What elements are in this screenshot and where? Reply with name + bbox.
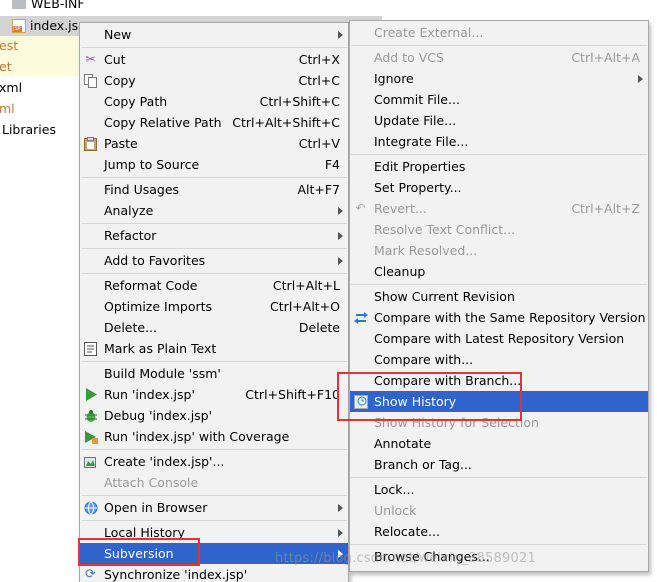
submenu-arrow-icon xyxy=(338,257,343,265)
context-menu: New ✂ Cut Ctrl+X Copy Ctrl+C Copy Path C… xyxy=(79,22,349,582)
submenu-arrow-icon xyxy=(338,504,343,512)
menu-item-jump-to-source[interactable]: Jump to Source F4 xyxy=(80,154,348,175)
menu-item-revert[interactable]: ↶ Revert... Ctrl+Alt+Z xyxy=(350,198,648,219)
menu-item-create-external[interactable]: Create External... xyxy=(350,22,648,43)
subversion-submenu: Create External... Add to VCS Ctrl+Alt+A… xyxy=(349,20,649,572)
menu-separator xyxy=(351,45,647,46)
jsp-file-icon xyxy=(12,19,26,33)
menu-item-annotate[interactable]: Annotate xyxy=(350,433,648,454)
run-icon xyxy=(83,387,98,402)
menu-item-show-history[interactable]: Show History xyxy=(350,391,648,412)
menu-item-commit-file[interactable]: Commit File... xyxy=(350,89,648,110)
paste-icon xyxy=(83,136,98,151)
menu-item-compare-with-branch[interactable]: Compare with Branch... xyxy=(350,370,648,391)
debug-icon xyxy=(83,408,98,423)
menu-item-show-current-revision[interactable]: Show Current Revision xyxy=(350,286,648,307)
menu-item-update-file[interactable]: Update File... xyxy=(350,110,648,131)
menu-separator xyxy=(81,520,347,521)
history-icon xyxy=(353,394,368,409)
folder-icon xyxy=(12,0,26,9)
menu-item-local-history[interactable]: Local History xyxy=(80,522,348,543)
menu-item-create-config[interactable]: Create 'index.jsp'... xyxy=(80,451,348,472)
menu-item-relocate[interactable]: Relocate... xyxy=(350,521,648,542)
menu-item-cut[interactable]: ✂ Cut Ctrl+X xyxy=(80,49,348,70)
plain-text-icon xyxy=(83,341,98,356)
menu-separator xyxy=(81,177,347,178)
menu-item-copy-relative-path[interactable]: Copy Relative Path Ctrl+Alt+Shift+C xyxy=(80,112,348,133)
menu-item-add-to-vcs[interactable]: Add to VCS Ctrl+Alt+A xyxy=(350,47,648,68)
menu-separator xyxy=(81,495,347,496)
menu-separator xyxy=(351,154,647,155)
menu-item-run-with-coverage[interactable]: Run 'index.jsp' with Coverage xyxy=(80,426,348,447)
menu-item-reformat-code[interactable]: Reformat Code Ctrl+Alt+L xyxy=(80,275,348,296)
menu-item-cleanup[interactable]: Cleanup xyxy=(350,261,648,282)
tree-item-web-inf[interactable]: WEB-INF xyxy=(12,0,85,14)
menu-separator xyxy=(81,273,347,274)
menu-item-run[interactable]: Run 'index.jsp' Ctrl+Shift+F10 xyxy=(80,384,348,405)
tree-item[interactable]: xml xyxy=(0,78,22,98)
tree-highlight xyxy=(0,56,82,76)
menu-item-compare-same-repo-version[interactable]: Compare with the Same Repository Version xyxy=(350,307,648,328)
menu-item-compare-latest-repo-version[interactable]: Compare with Latest Repository Version xyxy=(350,328,648,349)
menu-item-show-history-for-selection[interactable]: Show History for Selection xyxy=(350,412,648,433)
menu-item-mark-resolved[interactable]: Mark Resolved... xyxy=(350,240,648,261)
menu-item-synchronize[interactable]: ⟳ Synchronize 'index.jsp' xyxy=(80,564,348,582)
tree-item[interactable]: ml xyxy=(0,99,15,119)
tree-item-libraries[interactable]: Libraries xyxy=(2,120,56,140)
menu-separator xyxy=(81,449,347,450)
sync-icon: ⟳ xyxy=(85,567,96,582)
browser-icon xyxy=(83,500,98,515)
menu-item-compare-with[interactable]: Compare with... xyxy=(350,349,648,370)
menu-item-debug[interactable]: Debug 'index.jsp' xyxy=(80,405,348,426)
copy-icon xyxy=(83,73,98,88)
menu-separator xyxy=(81,223,347,224)
create-config-icon xyxy=(83,454,98,469)
menu-item-attach-console[interactable]: Attach Console xyxy=(80,472,348,493)
menu-item-analyze[interactable]: Analyze xyxy=(80,200,348,221)
menu-separator xyxy=(81,248,347,249)
menu-separator xyxy=(351,544,647,545)
scissors-icon: ✂ xyxy=(85,52,96,66)
menu-item-unlock[interactable]: Unlock xyxy=(350,500,648,521)
menu-item-build-module[interactable]: Build Module 'ssm' xyxy=(80,363,348,384)
menu-separator xyxy=(351,284,647,285)
compare-icon xyxy=(353,310,368,325)
menu-item-ignore[interactable]: Ignore xyxy=(350,68,648,89)
menu-item-find-usages[interactable]: Find Usages Alt+F7 xyxy=(80,179,348,200)
menu-item-copy[interactable]: Copy Ctrl+C xyxy=(80,70,348,91)
menu-item-copy-path[interactable]: Copy Path Ctrl+Shift+C xyxy=(80,91,348,112)
tree-item[interactable]: est xyxy=(0,36,18,56)
menu-item-add-to-favorites[interactable]: Add to Favorites xyxy=(80,250,348,271)
menu-item-edit-properties[interactable]: Edit Properties xyxy=(350,156,648,177)
submenu-arrow-icon xyxy=(338,207,343,215)
menu-item-new[interactable]: New xyxy=(80,24,348,45)
menu-item-open-in-browser[interactable]: Open in Browser xyxy=(80,497,348,518)
menu-item-mark-as-plain-text[interactable]: Mark as Plain Text xyxy=(80,338,348,359)
menu-item-branch-or-tag[interactable]: Branch or Tag... xyxy=(350,454,648,475)
menu-separator xyxy=(81,47,347,48)
revert-icon: ↶ xyxy=(355,201,366,215)
tree-item[interactable]: et xyxy=(0,57,12,77)
menu-item-set-property[interactable]: Set Property... xyxy=(350,177,648,198)
menu-item-optimize-imports[interactable]: Optimize Imports Ctrl+Alt+O xyxy=(80,296,348,317)
menu-separator xyxy=(351,477,647,478)
tree-item-index-jsp[interactable]: index.jsp xyxy=(12,16,86,36)
menu-item-refactor[interactable]: Refactor xyxy=(80,225,348,246)
submenu-arrow-icon xyxy=(638,75,643,83)
menu-item-lock[interactable]: Lock... xyxy=(350,479,648,500)
submenu-arrow-icon xyxy=(338,232,343,240)
menu-item-delete[interactable]: Delete... Delete xyxy=(80,317,348,338)
menu-item-integrate-file[interactable]: Integrate File... xyxy=(350,131,648,152)
submenu-arrow-icon xyxy=(338,31,343,39)
menu-item-paste[interactable]: Paste Ctrl+V xyxy=(80,133,348,154)
menu-item-resolve-text-conflict[interactable]: Resolve Text Conflict... xyxy=(350,219,648,240)
submenu-arrow-icon xyxy=(338,529,343,537)
watermark: https://blog.csdn.net/weixin_38589021 xyxy=(275,551,536,566)
coverage-icon xyxy=(83,429,98,444)
menu-separator xyxy=(81,361,347,362)
